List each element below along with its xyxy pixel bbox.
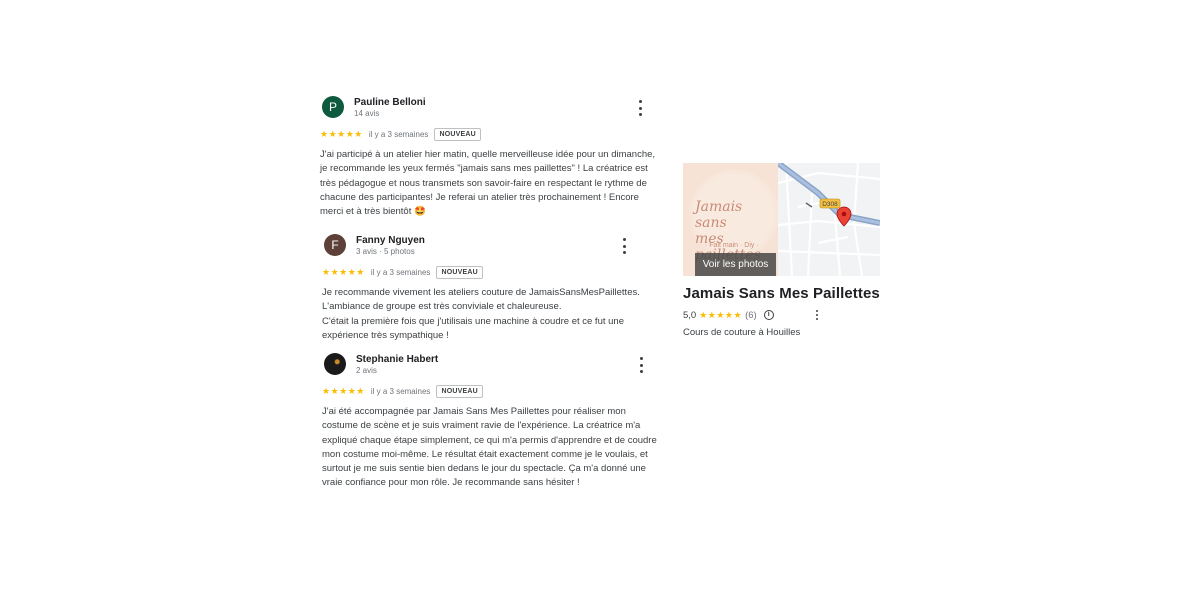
- review-header: P Pauline Belloni 14 avis: [320, 96, 655, 120]
- review-header: Stephanie Habert 2 avis: [322, 353, 657, 377]
- new-badge: NOUVEAU: [434, 127, 481, 141]
- reviewer-name[interactable]: Fanny Nguyen: [356, 235, 425, 246]
- new-badge: NOUVEAU: [436, 384, 483, 398]
- place-category: Cours de couture à Houilles: [683, 327, 801, 338]
- place-card: Jamais sans mes paillettes · Fait main ·…: [683, 163, 880, 338]
- review-card: F Fanny Nguyen 3 avis · 5 photos ★★★★★ i…: [322, 234, 640, 343]
- review-count[interactable]: (6): [745, 310, 757, 321]
- avatar[interactable]: P: [322, 96, 344, 118]
- star-rating-icon: ★★★★★: [322, 266, 365, 277]
- logo-subtitle: · Fait main · Diy ·: [705, 242, 759, 249]
- more-options-icon[interactable]: [620, 238, 630, 254]
- reviewer-name[interactable]: Stephanie Habert: [356, 354, 438, 365]
- star-rating-icon: ★★★★★: [322, 385, 365, 396]
- review-text: J'ai été accompagnée par Jamais Sans Mes…: [322, 406, 657, 489]
- more-options-icon[interactable]: [814, 310, 820, 320]
- rating-value: 5,0: [683, 309, 697, 321]
- map-graphic: D308: [776, 163, 880, 276]
- place-title[interactable]: Jamais Sans Mes Paillettes: [683, 285, 880, 302]
- review-date: il y a 3 semaines: [368, 129, 429, 139]
- review-text: J'ai participé à un atelier hier matin, …: [320, 149, 656, 218]
- more-options-icon[interactable]: [635, 100, 645, 116]
- avatar[interactable]: F: [324, 234, 346, 256]
- more-options-icon[interactable]: [637, 357, 647, 373]
- rating-line: ★★★★★ il y a 3 semaines NOUVEAU: [320, 126, 655, 142]
- review-card: P Pauline Belloni 14 avis ★★★★★ il y a 3…: [320, 96, 655, 219]
- avatar[interactable]: [324, 353, 346, 375]
- review-date: il y a 3 semaines: [370, 267, 431, 277]
- review-text: Je recommande vivement les ateliers cout…: [322, 287, 640, 341]
- info-icon[interactable]: i: [763, 310, 774, 320]
- map-thumbnail[interactable]: D308: [776, 163, 880, 276]
- review-header: F Fanny Nguyen 3 avis · 5 photos: [322, 234, 640, 258]
- star-rating-icon: ★★★★★: [320, 128, 363, 139]
- reviewer-meta: 2 avis: [356, 366, 377, 375]
- new-badge: NOUVEAU: [436, 265, 483, 279]
- rating-line: ★★★★★ il y a 3 semaines NOUVEAU: [322, 383, 657, 399]
- view-photos-button[interactable]: Voir les photos: [695, 253, 776, 276]
- star-rating-icon: ★★★★★: [699, 309, 743, 320]
- reviewer-meta: 3 avis · 5 photos: [356, 247, 415, 256]
- review-date: il y a 3 semaines: [370, 386, 431, 396]
- rating-line: ★★★★★ il y a 3 semaines NOUVEAU: [322, 264, 640, 280]
- reviewer-meta: 14 avis: [354, 109, 380, 118]
- map-road-label: D308: [822, 201, 838, 208]
- review-card: Stephanie Habert 2 avis ★★★★★ il y a 3 s…: [322, 353, 657, 491]
- place-media: Jamais sans mes paillettes · Fait main ·…: [683, 163, 880, 276]
- place-rating: 5,0 ★★★★★ (6) i: [683, 308, 880, 322]
- reviewer-name[interactable]: Pauline Belloni: [354, 97, 426, 108]
